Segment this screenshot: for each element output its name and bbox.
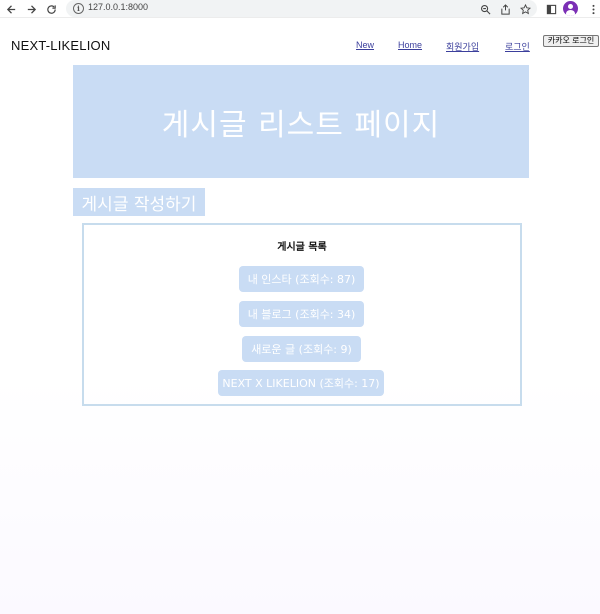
post-item[interactable]: 내 인스타 (조회수: 87) xyxy=(239,266,364,292)
post-list-title: 게시글 목록 xyxy=(277,242,327,253)
nav-link-new[interactable]: New xyxy=(356,40,374,50)
kakao-login-button[interactable]: 카카오 로그인 xyxy=(543,35,599,47)
post-list-box: 게시글 목록 내 인스타 (조회수: 87) 내 블로그 (조회수: 34) 새… xyxy=(82,223,522,406)
browser-toolbar: i 127.0.0.1:8000 xyxy=(0,0,600,18)
url-text[interactable]: 127.0.0.1:8000 xyxy=(88,2,148,12)
nav-link-signup[interactable]: 회원가입 xyxy=(446,40,479,53)
site-info-icon[interactable]: i xyxy=(73,3,84,14)
forward-arrow-icon[interactable] xyxy=(24,2,38,16)
page-title: 게시글 리스트 페이지 xyxy=(161,107,441,143)
nav-link-home[interactable]: Home xyxy=(398,40,422,50)
profile-avatar[interactable] xyxy=(563,1,578,16)
nav-link-login[interactable]: 로그인 xyxy=(505,40,530,53)
hero-banner: 게시글 리스트 페이지 xyxy=(73,65,529,178)
bookmark-star-icon[interactable] xyxy=(518,2,532,16)
side-panel-icon[interactable] xyxy=(544,2,558,16)
page-viewport: NEXT-LIKELION New Home 회원가입 로그인 카카오 로그인 … xyxy=(0,19,600,614)
share-icon[interactable] xyxy=(498,2,512,16)
back-arrow-icon[interactable] xyxy=(4,2,18,16)
post-item[interactable]: 내 블로그 (조회수: 34) xyxy=(239,301,364,327)
more-menu-icon[interactable] xyxy=(586,2,600,16)
write-post-button[interactable]: 게시글 작성하기 xyxy=(73,188,205,216)
address-bar[interactable]: i 127.0.0.1:8000 xyxy=(66,0,537,17)
reload-icon[interactable] xyxy=(44,2,58,16)
post-item[interactable]: 새로운 글 (조회수: 9) xyxy=(242,336,361,362)
brand-logo[interactable]: NEXT-LIKELION xyxy=(11,38,110,53)
zoom-icon[interactable] xyxy=(478,2,492,16)
post-item[interactable]: NEXT X LIKELION (조회수: 17) xyxy=(218,370,384,396)
